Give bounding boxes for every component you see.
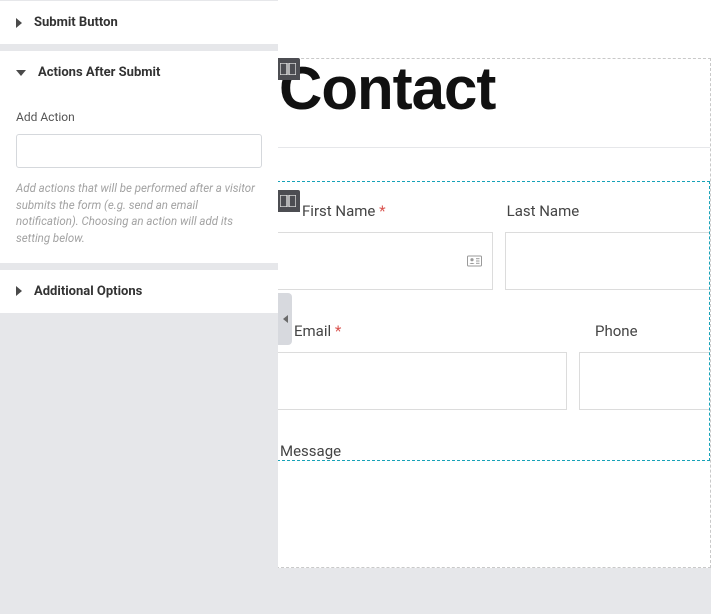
accordion-header-actions[interactable]: Actions After Submit xyxy=(0,51,278,94)
sidebar-collapse-handle[interactable] xyxy=(278,293,292,345)
required-asterisk: * xyxy=(379,202,385,220)
form-row: First Name * Last Name xyxy=(278,202,709,290)
form-field-first-name: First Name * xyxy=(278,202,493,290)
add-action-label: Add Action xyxy=(16,110,262,124)
field-label: Email * xyxy=(292,322,567,340)
caret-right-icon xyxy=(16,286,22,296)
heading-divider xyxy=(278,147,710,148)
email-input[interactable] xyxy=(278,352,567,410)
settings-sidebar: Submit Button Actions After Submit Add A… xyxy=(0,0,278,568)
field-label: First Name * xyxy=(300,202,493,220)
add-action-select[interactable] xyxy=(16,134,262,168)
section-outline[interactable]: Contact First Name * xyxy=(278,58,711,568)
field-label: Message xyxy=(278,442,709,460)
address-card-icon xyxy=(467,252,482,271)
caret-down-icon xyxy=(16,70,26,76)
form-field-last-name: Last Name xyxy=(505,202,709,290)
section-handle[interactable] xyxy=(278,58,300,80)
last-name-input[interactable] xyxy=(505,232,709,290)
section-handle[interactable] xyxy=(278,190,300,212)
contact-heading: Contact xyxy=(279,59,710,147)
heading-widget[interactable]: Contact xyxy=(278,59,710,148)
add-action-help: Add actions that will be performed after… xyxy=(16,180,262,247)
accordion-header-submit-button[interactable]: Submit Button xyxy=(0,1,278,44)
accordion-label: Actions After Submit xyxy=(38,65,160,80)
accordion-header-additional[interactable]: Additional Options xyxy=(0,270,278,313)
phone-input[interactable] xyxy=(579,352,709,410)
columns-icon xyxy=(280,195,296,207)
accordion-body-actions: Add Action Add actions that will be perf… xyxy=(0,94,278,263)
field-label: Last Name xyxy=(505,202,709,220)
accordion-actions-after-submit[interactable]: Actions After Submit Add Action Add acti… xyxy=(0,50,278,263)
accordion-additional-options[interactable]: Additional Options xyxy=(0,269,278,314)
columns-icon xyxy=(280,63,296,75)
first-name-input[interactable] xyxy=(278,232,493,290)
accordion-label: Additional Options xyxy=(34,284,142,299)
form-row: Email * Phone xyxy=(278,322,709,410)
caret-right-icon xyxy=(16,18,22,28)
form-field-phone: Phone xyxy=(579,322,709,410)
chevron-left-icon xyxy=(283,315,288,323)
label-text: Email xyxy=(294,322,331,340)
required-asterisk: * xyxy=(335,322,341,340)
label-text: First Name xyxy=(302,202,375,220)
editor-canvas: Contact First Name * xyxy=(278,0,711,568)
accordion-label: Submit Button xyxy=(34,15,118,30)
form-widget[interactable]: First Name * Last Name xyxy=(278,181,710,461)
form-field-email: Email * xyxy=(278,322,567,410)
accordion-submit-button[interactable]: Submit Button xyxy=(0,0,278,44)
sidebar-empty-area xyxy=(0,314,278,614)
field-label: Phone xyxy=(593,322,709,340)
